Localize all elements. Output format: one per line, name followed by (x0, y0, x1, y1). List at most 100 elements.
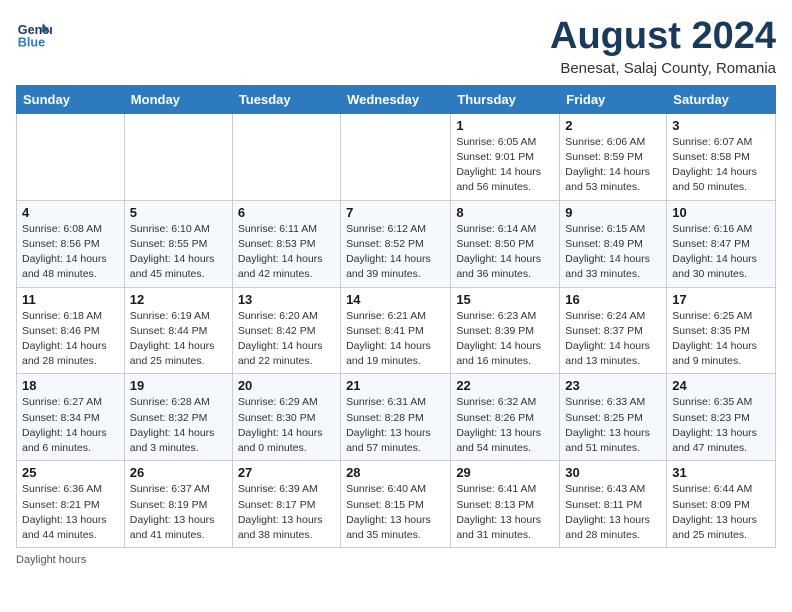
weekday-header-wednesday: Wednesday (341, 85, 451, 113)
calendar-cell (232, 113, 340, 200)
title-block: August 2024 Benesat, Salaj County, Roman… (550, 16, 776, 77)
calendar-title: August 2024 (550, 16, 776, 58)
day-detail: Sunrise: 6:25 AM Sunset: 8:35 PM Dayligh… (672, 309, 770, 370)
day-number: 18 (22, 378, 119, 393)
week-row-1: 1 Sunrise: 6:05 AM Sunset: 9:01 PM Daylig… (17, 113, 776, 200)
calendar-cell: 30 Sunrise: 6:43 AM Sunset: 8:11 PM Dayli… (560, 461, 667, 548)
weekday-header-friday: Friday (560, 85, 667, 113)
calendar-cell: 11 Sunrise: 6:18 AM Sunset: 8:46 PM Dayli… (17, 287, 125, 374)
calendar-cell: 22 Sunrise: 6:32 AM Sunset: 8:26 PM Dayli… (451, 374, 560, 461)
day-detail: Sunrise: 6:32 AM Sunset: 8:26 PM Dayligh… (456, 395, 554, 456)
calendar-cell: 1 Sunrise: 6:05 AM Sunset: 9:01 PM Daylig… (451, 113, 560, 200)
day-number: 3 (672, 118, 770, 133)
day-number: 4 (22, 205, 119, 220)
calendar-cell: 2Sunrise: 6:06 AM Sunset: 8:59 PM Daylig… (560, 113, 667, 200)
calendar-cell: 9Sunrise: 6:15 AM Sunset: 8:49 PM Daylig… (560, 200, 667, 287)
day-detail: Sunrise: 6:08 AM Sunset: 8:56 PM Dayligh… (22, 222, 119, 283)
logo-icon: General Blue (16, 16, 52, 52)
calendar-cell: 24 Sunrise: 6:35 AM Sunset: 8:23 PM Dayli… (667, 374, 776, 461)
day-number: 21 (346, 378, 445, 393)
day-detail: Sunrise: 6:29 AM Sunset: 8:30 PM Dayligh… (238, 395, 335, 456)
day-number: 2 (565, 118, 661, 133)
day-detail: Sunrise: 6:23 AM Sunset: 8:39 PM Dayligh… (456, 309, 554, 370)
day-detail: Sunrise: 6:35 AM Sunset: 8:23 PM Dayligh… (672, 395, 770, 456)
day-detail: Sunrise: 6:10 AM Sunset: 8:55 PM Dayligh… (130, 222, 227, 283)
day-number: 7 (346, 205, 445, 220)
weekday-header-thursday: Thursday (451, 85, 560, 113)
day-detail: Sunrise: 6:16 AM Sunset: 8:47 PM Dayligh… (672, 222, 770, 283)
calendar-cell: 19 Sunrise: 6:28 AM Sunset: 8:32 PM Dayli… (124, 374, 232, 461)
calendar-cell: 13Sunrise: 6:20 AM Sunset: 8:42 PM Dayli… (232, 287, 340, 374)
day-detail: Sunrise: 6:36 AM Sunset: 8:21 PM Dayligh… (22, 482, 119, 543)
day-number: 23 (565, 378, 661, 393)
day-number: 27 (238, 465, 335, 480)
calendar-cell: 16 Sunrise: 6:24 AM Sunset: 8:37 PM Dayli… (560, 287, 667, 374)
day-number: 19 (130, 378, 227, 393)
page-header: General Blue August 2024 Benesat, Salaj … (16, 16, 776, 77)
day-detail: Sunrise: 6:33 AM Sunset: 8:25 PM Dayligh… (565, 395, 661, 456)
calendar-cell: 18 Sunrise: 6:27 AM Sunset: 8:34 PM Dayli… (17, 374, 125, 461)
day-detail: Sunrise: 6:05 AM Sunset: 9:01 PM Dayligh… (456, 135, 554, 196)
day-number: 17 (672, 292, 770, 307)
calendar-cell: 4 Sunrise: 6:08 AM Sunset: 8:56 PM Daylig… (17, 200, 125, 287)
calendar-cell: 10 Sunrise: 6:16 AM Sunset: 8:47 PM Dayli… (667, 200, 776, 287)
day-number: 8 (456, 205, 554, 220)
day-number: 10 (672, 205, 770, 220)
day-detail: Sunrise: 6:07 AM Sunset: 8:58 PM Dayligh… (672, 135, 770, 196)
calendar-subtitle: Benesat, Salaj County, Romania (550, 60, 776, 77)
day-number: 30 (565, 465, 661, 480)
calendar-cell: 17 Sunrise: 6:25 AM Sunset: 8:35 PM Dayli… (667, 287, 776, 374)
calendar-cell: 23 Sunrise: 6:33 AM Sunset: 8:25 PM Dayli… (560, 374, 667, 461)
day-number: 31 (672, 465, 770, 480)
day-detail: Sunrise: 6:41 AM Sunset: 8:13 PM Dayligh… (456, 482, 554, 543)
weekday-header-saturday: Saturday (667, 85, 776, 113)
logo: General Blue (16, 16, 52, 52)
day-number: 1 (456, 118, 554, 133)
day-number: 14 (346, 292, 445, 307)
weekday-header-monday: Monday (124, 85, 232, 113)
day-detail: Sunrise: 6:18 AM Sunset: 8:46 PM Dayligh… (22, 309, 119, 370)
day-detail: Sunrise: 6:37 AM Sunset: 8:19 PM Dayligh… (130, 482, 227, 543)
day-number: 11 (22, 292, 119, 307)
calendar-cell: 27Sunrise: 6:39 AM Sunset: 8:17 PM Dayli… (232, 461, 340, 548)
day-detail: Sunrise: 6:14 AM Sunset: 8:50 PM Dayligh… (456, 222, 554, 283)
calendar-cell: 3 Sunrise: 6:07 AM Sunset: 8:58 PM Daylig… (667, 113, 776, 200)
day-number: 20 (238, 378, 335, 393)
day-number: 25 (22, 465, 119, 480)
calendar-cell: 21 Sunrise: 6:31 AM Sunset: 8:28 PM Dayli… (341, 374, 451, 461)
day-detail: Sunrise: 6:12 AM Sunset: 8:52 PM Dayligh… (346, 222, 445, 283)
day-number: 16 (565, 292, 661, 307)
calendar-cell (17, 113, 125, 200)
day-number: 24 (672, 378, 770, 393)
weekday-header-sunday: Sunday (17, 85, 125, 113)
calendar-cell: 26Sunrise: 6:37 AM Sunset: 8:19 PM Dayli… (124, 461, 232, 548)
calendar-cell (341, 113, 451, 200)
day-detail: Sunrise: 6:19 AM Sunset: 8:44 PM Dayligh… (130, 309, 227, 370)
weekday-header-tuesday: Tuesday (232, 85, 340, 113)
week-row-2: 4 Sunrise: 6:08 AM Sunset: 8:56 PM Daylig… (17, 200, 776, 287)
day-detail: Sunrise: 6:43 AM Sunset: 8:11 PM Dayligh… (565, 482, 661, 543)
calendar-cell: 7 Sunrise: 6:12 AM Sunset: 8:52 PM Daylig… (341, 200, 451, 287)
calendar-cell (124, 113, 232, 200)
day-number: 15 (456, 292, 554, 307)
footer-note: Daylight hours (16, 554, 776, 566)
calendar-cell: 31 Sunrise: 6:44 AM Sunset: 8:09 PM Dayli… (667, 461, 776, 548)
calendar-cell: 20 Sunrise: 6:29 AM Sunset: 8:30 PM Dayli… (232, 374, 340, 461)
day-number: 6 (238, 205, 335, 220)
calendar-cell: 8 Sunrise: 6:14 AM Sunset: 8:50 PM Daylig… (451, 200, 560, 287)
day-number: 29 (456, 465, 554, 480)
day-detail: Sunrise: 6:31 AM Sunset: 8:28 PM Dayligh… (346, 395, 445, 456)
calendar-cell: 12Sunrise: 6:19 AM Sunset: 8:44 PM Dayli… (124, 287, 232, 374)
day-number: 22 (456, 378, 554, 393)
calendar-cell: 28Sunrise: 6:40 AM Sunset: 8:15 PM Dayli… (341, 461, 451, 548)
calendar-cell: 6Sunrise: 6:11 AM Sunset: 8:53 PM Daylig… (232, 200, 340, 287)
day-detail: Sunrise: 6:44 AM Sunset: 8:09 PM Dayligh… (672, 482, 770, 543)
day-number: 5 (130, 205, 227, 220)
day-detail: Sunrise: 6:24 AM Sunset: 8:37 PM Dayligh… (565, 309, 661, 370)
week-row-3: 11 Sunrise: 6:18 AM Sunset: 8:46 PM Dayli… (17, 287, 776, 374)
calendar-table: SundayMondayTuesdayWednesdayThursdayFrid… (16, 85, 776, 548)
calendar-cell: 25 Sunrise: 6:36 AM Sunset: 8:21 PM Dayli… (17, 461, 125, 548)
day-detail: Sunrise: 6:27 AM Sunset: 8:34 PM Dayligh… (22, 395, 119, 456)
day-detail: Sunrise: 6:28 AM Sunset: 8:32 PM Dayligh… (130, 395, 227, 456)
day-number: 13 (238, 292, 335, 307)
